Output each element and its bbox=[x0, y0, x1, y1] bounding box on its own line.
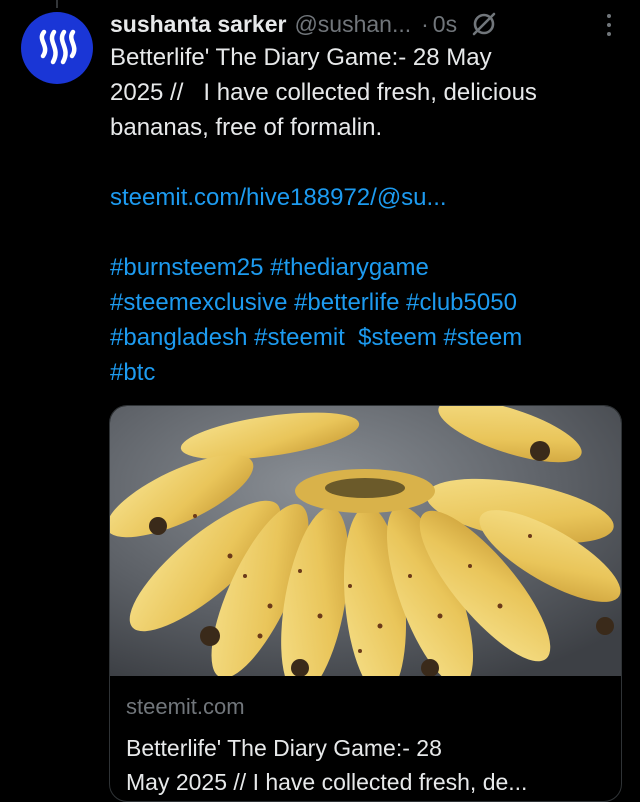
grok-icon[interactable] bbox=[471, 11, 497, 37]
card-title: Betterlife' The Diary Game:- 28 May 2025… bbox=[126, 731, 606, 799]
post-time[interactable]: 0s bbox=[433, 11, 457, 38]
post-text-line: Betterlife' The Diary Game:- 28 May bbox=[110, 44, 492, 71]
more-options-icon[interactable] bbox=[606, 14, 612, 38]
hashtag-line[interactable]: #steemexclusive #betterlife #club5050 bbox=[110, 285, 620, 320]
post-text-line: 2025 // I have collected fresh, deliciou… bbox=[110, 79, 537, 106]
thread-connector bbox=[56, 0, 58, 8]
card-domain: steemit.com bbox=[126, 694, 245, 719]
card-title-line: Betterlife' The Diary Game:- 28 bbox=[126, 735, 442, 761]
link-preview-card[interactable]: steemit.com Betterlife' The Diary Game:-… bbox=[109, 405, 622, 802]
post-text-line: bananas, free of formalin. bbox=[110, 114, 383, 141]
card-title-line: May 2025 // I have collected fresh, de..… bbox=[126, 769, 528, 795]
separator-dot: · bbox=[421, 10, 429, 37]
post-body: Betterlife' The Diary Game:- 28 May 2025… bbox=[110, 40, 620, 390]
steem-logo-icon bbox=[39, 29, 77, 65]
hashtag-line[interactable]: #burnsteem25 #thediarygame bbox=[110, 250, 620, 285]
post-link[interactable]: steemit.com/hive188972/@su... bbox=[110, 180, 620, 215]
author-name[interactable]: sushanta sarker bbox=[110, 11, 286, 38]
author-handle[interactable]: @sushan... bbox=[294, 11, 411, 38]
hashtag-line[interactable]: #bangladesh #steemit $steem #steem bbox=[110, 320, 620, 355]
post-header: sushanta sarker @sushan... · 0s bbox=[110, 6, 624, 42]
avatar[interactable] bbox=[21, 12, 93, 84]
hashtag-line[interactable]: #btc bbox=[110, 355, 620, 390]
card-image bbox=[110, 406, 621, 676]
